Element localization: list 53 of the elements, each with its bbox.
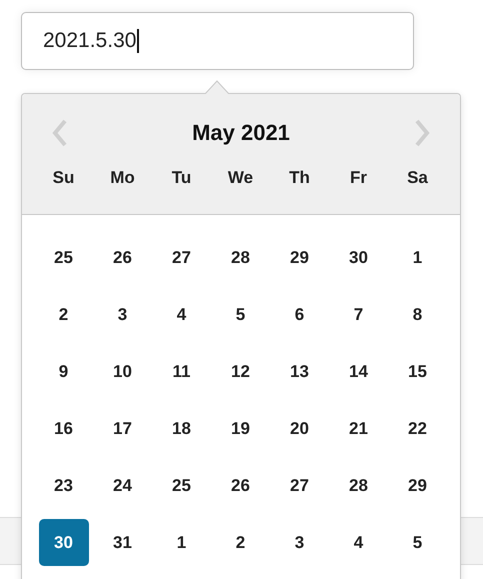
calendar-day[interactable]: 30: [38, 519, 88, 566]
calendar-day[interactable]: 19: [216, 405, 266, 452]
next-month-icon[interactable]: [414, 119, 430, 147]
weekday-label: Su: [52, 168, 74, 188]
calendar-day[interactable]: 26: [98, 234, 148, 281]
calendar-day[interactable]: 18: [156, 405, 206, 452]
calendar-day[interactable]: 10: [98, 348, 148, 395]
calendar-day[interactable]: 6: [274, 291, 324, 338]
calendar-day[interactable]: 2: [216, 519, 266, 566]
calendar-day[interactable]: 28: [334, 462, 384, 509]
calendar-day[interactable]: 23: [38, 462, 88, 509]
weekday-label: We: [228, 168, 254, 188]
previous-month-icon[interactable]: [52, 119, 68, 147]
calendar-day[interactable]: 12: [216, 348, 266, 395]
calendar-day[interactable]: 31: [98, 519, 148, 566]
calendar-day[interactable]: 22: [392, 405, 442, 452]
calendar-day[interactable]: 8: [392, 291, 442, 338]
calendar-day[interactable]: 11: [156, 348, 206, 395]
calendar-day[interactable]: 5: [392, 519, 442, 566]
calendar-day[interactable]: 1: [392, 234, 442, 281]
calendar-day[interactable]: 25: [156, 462, 206, 509]
calendar-day[interactable]: 28: [216, 234, 266, 281]
calendar-day[interactable]: 30: [334, 234, 384, 281]
weekday-label: Fr: [350, 168, 367, 188]
calendar-day[interactable]: 1: [156, 519, 206, 566]
calendar-day[interactable]: 3: [98, 291, 148, 338]
calendar-day[interactable]: 4: [156, 291, 206, 338]
calendar-day[interactable]: 16: [38, 405, 88, 452]
calendar-day[interactable]: 9: [38, 348, 88, 395]
calendar-day[interactable]: 7: [334, 291, 384, 338]
calendar-day[interactable]: 2: [38, 291, 88, 338]
calendar-day[interactable]: 17: [98, 405, 148, 452]
date-field[interactable]: 2021.5.30: [21, 12, 414, 70]
month-title: May 2021: [192, 120, 290, 146]
weekday-label: Tu: [172, 168, 192, 188]
calendar-day[interactable]: 13: [274, 348, 324, 395]
calendar-day[interactable]: 27: [274, 462, 324, 509]
weekday-label: Mo: [110, 168, 135, 188]
calendar-day[interactable]: 3: [274, 519, 324, 566]
calendar-day[interactable]: 29: [274, 234, 324, 281]
weekday-label: Th: [289, 168, 310, 188]
weekday-label: Sa: [407, 168, 428, 188]
calendar-day[interactable]: 20: [274, 405, 324, 452]
calendar-day[interactable]: 27: [156, 234, 206, 281]
calendar-day[interactable]: 25: [38, 234, 88, 281]
calendar-day[interactable]: 4: [334, 519, 384, 566]
calendar-day[interactable]: 14: [334, 348, 384, 395]
calendar-day[interactable]: 5: [216, 291, 266, 338]
calendar-day[interactable]: 15: [392, 348, 442, 395]
calendar-day[interactable]: 21: [334, 405, 384, 452]
calendar-day[interactable]: 24: [98, 462, 148, 509]
calendar-day[interactable]: 29: [392, 462, 442, 509]
calendar-day[interactable]: 26: [216, 462, 266, 509]
